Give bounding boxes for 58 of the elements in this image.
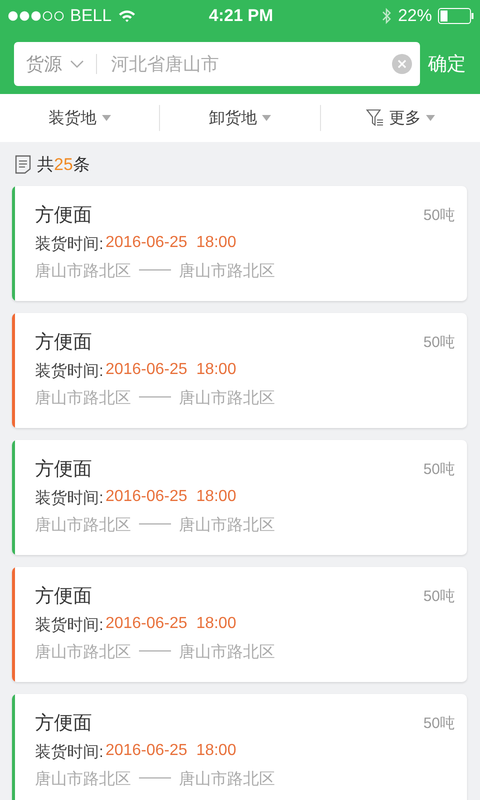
cargo-name: 方便面 <box>35 458 92 482</box>
origin-text: 唐山市路北区 <box>35 642 131 663</box>
signal-icon <box>8 11 64 21</box>
cargo-card[interactable]: 方便面 50吨 装货时间:2016-06-25 18:00 唐山市路北区 —— 唐山市路北区 <box>12 313 467 428</box>
route-dash: —— <box>139 642 171 661</box>
origin-text: 唐山市路北区 <box>35 388 131 409</box>
route-dash: —— <box>139 769 171 788</box>
battery-icon <box>438 8 474 24</box>
cargo-card[interactable]: 方便面 50吨 装货时间:2016-06-25 18:00 唐山市路北区 —— 唐山市路北区 <box>12 567 467 682</box>
filter-dropdown[interactable]: 更多 <box>320 94 480 142</box>
destination-text: 唐山市路北区 <box>179 516 275 536</box>
route-dash: —— <box>139 515 171 534</box>
dropdown-arrow-icon <box>102 115 111 121</box>
cargo-weight: 50吨 <box>423 332 455 352</box>
cargo-name: 方便面 <box>35 585 92 609</box>
destination-text: 唐山市路北区 <box>179 642 275 663</box>
wifi-icon <box>118 9 136 23</box>
cargo-weight: 50吨 <box>423 586 455 606</box>
clear-icon[interactable] <box>392 54 412 74</box>
filter-dropdown[interactable]: 装货地 <box>0 94 160 142</box>
cargo-weight: 50吨 <box>423 714 455 732</box>
load-time-label: 装货时间: <box>35 362 104 382</box>
load-time-label: 装货时间: <box>35 742 104 763</box>
battery-percent: 22% <box>398 6 432 26</box>
load-time-label: 装货时间: <box>35 488 104 509</box>
load-time-label: 装货时间: <box>35 616 104 636</box>
chevron-down-icon <box>70 60 84 68</box>
filter-dropdown[interactable]: 卸货地 <box>160 94 320 142</box>
route-dash: —— <box>139 388 171 407</box>
cargo-name: 方便面 <box>35 204 92 228</box>
cargo-name: 方便面 <box>35 331 92 355</box>
carrier-name: BELL <box>70 6 112 26</box>
load-time: 2016-06-25 18:00 <box>105 742 236 761</box>
clock-time: 4:21 PM <box>208 6 274 26</box>
destination-text: 唐山市路北区 <box>179 262 275 282</box>
origin-text: 唐山市路北区 <box>35 770 131 790</box>
origin-text: 唐山市路北区 <box>35 262 131 282</box>
origin-text: 唐山市路北区 <box>35 516 131 536</box>
document-icon <box>15 154 31 174</box>
load-time-label: 装货时间: <box>35 234 104 255</box>
cargo-card[interactable]: 方便面 50吨 装货时间:2016-06-25 18:00 唐山市路北区 —— 唐山市路北区 <box>12 186 467 301</box>
funnel-icon <box>366 109 384 127</box>
cargo-weight: 50吨 <box>423 460 455 478</box>
cargo-card[interactable]: 方便面 50吨 装货时间:2016-06-25 18:00 唐山市路北区 —— 唐山市路北区 <box>12 694 467 800</box>
result-count: 共25条 <box>37 154 90 176</box>
load-time: 2016-06-25 18:00 <box>105 361 236 380</box>
dropdown-arrow-icon <box>262 115 271 121</box>
bluetooth-icon <box>382 7 392 25</box>
dropdown-arrow-icon <box>426 115 435 121</box>
load-time: 2016-06-25 18:00 <box>105 488 236 507</box>
cargo-name: 方便面 <box>35 712 92 736</box>
destination-text: 唐山市路北区 <box>179 770 275 790</box>
route-dash: —— <box>139 261 171 280</box>
load-time: 2016-06-25 18:00 <box>105 615 236 634</box>
cargo-card[interactable]: 方便面 50吨 装货时间:2016-06-25 18:00 唐山市路北区 —— 唐山市路北区 <box>12 440 467 555</box>
cargo-weight: 50吨 <box>423 206 455 224</box>
destination-text: 唐山市路北区 <box>179 388 275 409</box>
load-time: 2016-06-25 18:00 <box>105 234 236 253</box>
